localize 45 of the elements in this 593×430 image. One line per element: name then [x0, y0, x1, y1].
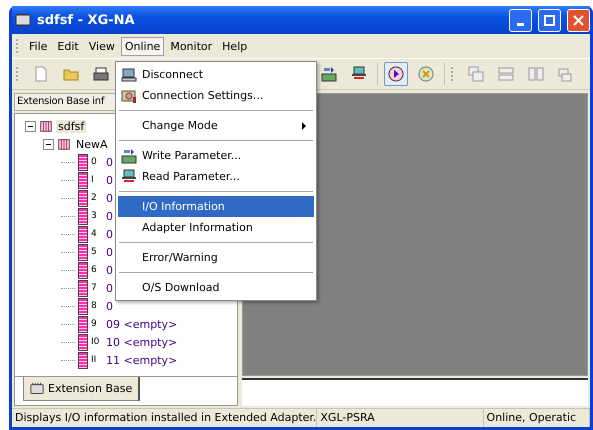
menu-item[interactable]: O/S Download — [118, 277, 314, 298]
tree-item[interactable]: NewA — [74, 138, 110, 150]
menu-item[interactable]: Error/Warning — [118, 247, 314, 268]
menu-item[interactable]: Adapter Information — [118, 217, 314, 238]
tree-item[interactable]: sdfsf — [56, 120, 86, 132]
status-mode: Online, Operatic — [484, 409, 590, 427]
tree-item[interactable]: 11 <empty> — [104, 354, 180, 366]
menu-item[interactable]: Monitor — [166, 36, 216, 56]
slot-number: 4 — [91, 229, 98, 239]
slot-number: 2 — [91, 193, 98, 203]
menu-item[interactable]: Change Mode — [118, 115, 314, 136]
slot-number: 9 — [91, 319, 98, 329]
tree-item[interactable]: 0 — [104, 210, 115, 222]
menu-item[interactable]: Edit — [53, 36, 83, 56]
tree-item[interactable]: 10 <empty> — [104, 336, 180, 348]
menu-item[interactable]: I/O Information — [118, 196, 314, 217]
tree-item[interactable]: 0 — [104, 228, 115, 240]
menu-item[interactable]: View — [84, 36, 119, 56]
panel-tab[interactable]: Extension Base — [23, 377, 140, 401]
menu-item[interactable]: Write Parameter... — [118, 145, 314, 166]
tree-item[interactable]: 0 — [104, 264, 115, 276]
tree-item[interactable]: 0 — [104, 156, 115, 168]
slot-number: 7 — [91, 283, 98, 293]
slot-number: 5 — [91, 247, 98, 257]
status-message: Displays I/O information installed in Extended Adapter. — [12, 409, 318, 427]
status-model: XGL-PSRA — [317, 409, 484, 427]
slot-number: I — [91, 175, 95, 185]
tree-item[interactable]: 0 — [104, 246, 115, 258]
slot-number: 8 — [91, 301, 98, 311]
slot-number: 6 — [91, 265, 98, 275]
slot-number: II — [91, 355, 98, 365]
tree-item[interactable]: 0 — [104, 300, 115, 312]
tree-item[interactable]: 0 — [104, 174, 115, 186]
slot-number: I0 — [91, 337, 100, 347]
tree-item[interactable]: 09 <empty> — [104, 318, 180, 330]
tree-item[interactable]: 0 — [104, 282, 115, 294]
menu-item[interactable]: Help — [218, 36, 252, 56]
menu-item[interactable]: Disconnect — [118, 64, 314, 85]
tree-item[interactable]: 0 — [104, 192, 115, 204]
menu-item[interactable]: File — [25, 36, 52, 56]
menu-item[interactable]: Online — [120, 36, 164, 56]
menu-item[interactable]: Read Parameter... — [118, 166, 314, 187]
slot-number: 0 — [91, 157, 98, 167]
window-title: sdfsf - XG-NA — [37, 12, 136, 28]
slot-number: 3 — [91, 211, 98, 221]
